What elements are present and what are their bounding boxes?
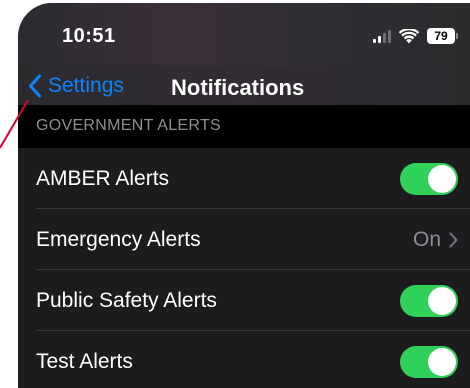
chevron-right-icon	[449, 232, 458, 248]
back-button-label: Settings	[48, 74, 124, 97]
alerts-list: AMBER Alerts Emergency Alerts On Public …	[18, 148, 470, 388]
signal-icon	[373, 29, 391, 43]
emergency-alerts-detail[interactable]: On	[413, 228, 458, 252]
public-safety-alerts-toggle[interactable]	[400, 285, 458, 317]
row-label: AMBER Alerts	[36, 167, 170, 190]
row-amber-alerts: AMBER Alerts	[18, 148, 470, 209]
status-bar: 10:51 79	[18, 3, 470, 65]
chevron-left-icon	[29, 74, 41, 98]
section-header: GOVERNMENT ALERTS	[18, 105, 470, 148]
section-header-label: GOVERNMENT ALERTS	[36, 117, 221, 134]
status-time: 10:51	[62, 25, 116, 47]
row-test-alerts: Test Alerts	[18, 331, 470, 388]
detail-value: On	[412, 228, 441, 251]
back-button[interactable]: Settings	[28, 71, 124, 101]
battery-icon: 79	[427, 28, 458, 44]
page-title: Notifications	[171, 75, 305, 100]
row-label: Emergency Alerts	[36, 228, 201, 251]
toggle-knob	[428, 165, 456, 193]
row-emergency-alerts[interactable]: Emergency Alerts On	[18, 209, 470, 270]
battery-level: 79	[427, 28, 455, 44]
toggle-knob	[428, 348, 456, 376]
row-public-safety-alerts: Public Safety Alerts	[18, 270, 470, 331]
amber-alerts-toggle[interactable]	[400, 163, 458, 195]
test-alerts-toggle[interactable]	[400, 346, 458, 378]
row-label: Public Safety Alerts	[36, 289, 217, 312]
row-label: Test Alerts	[36, 350, 133, 373]
status-icons: 79	[373, 27, 458, 45]
phone-screen: 10:51 79 Settings Notifications GOVERNME…	[18, 3, 470, 388]
navigation-bar: Settings Notifications	[18, 65, 470, 105]
wifi-icon	[399, 28, 419, 43]
toggle-knob	[428, 287, 456, 315]
